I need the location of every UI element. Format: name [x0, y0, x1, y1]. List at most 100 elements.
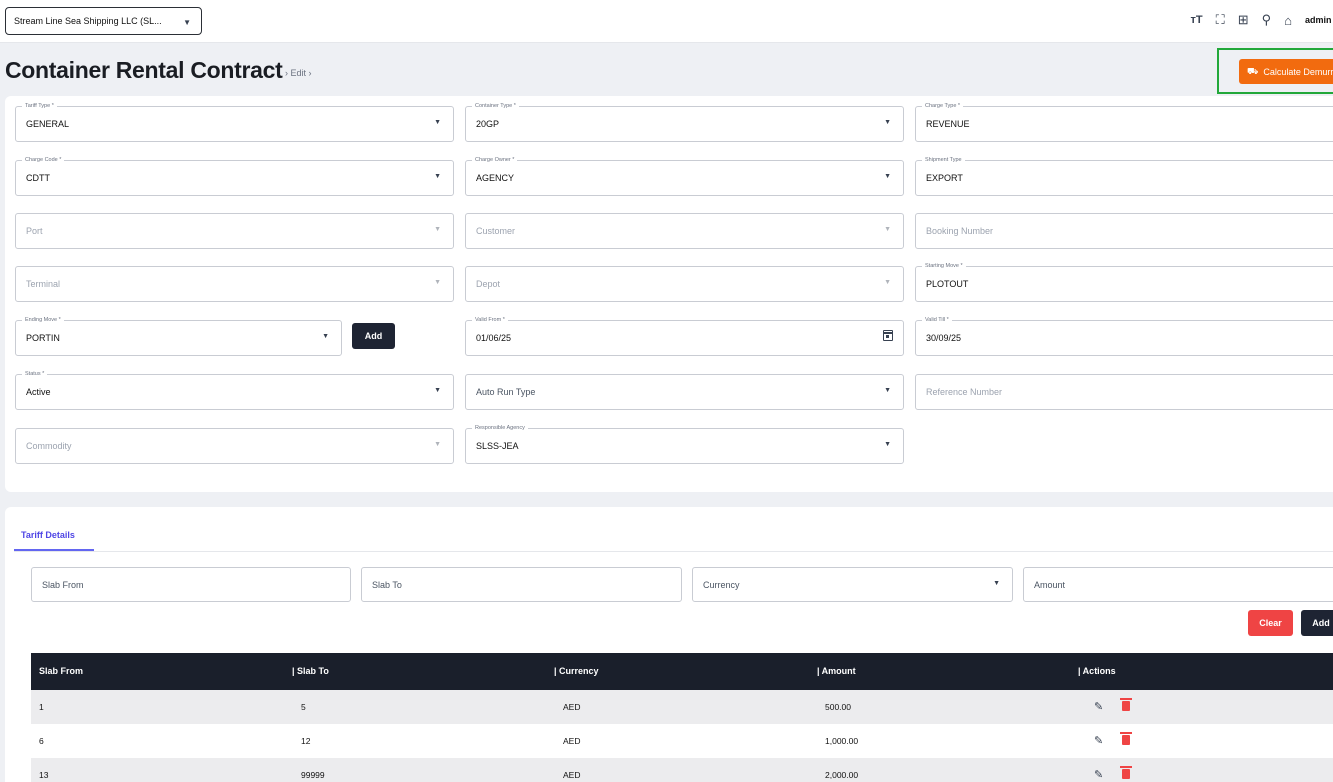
cell-currency: AED [563, 736, 581, 746]
depot-select[interactable]: Depot ▼ [465, 266, 904, 302]
field-placeholder: Currency [703, 580, 740, 590]
dropdown-arrow-icon: ▼ [434, 119, 441, 126]
field-value: 30/09/25 [926, 333, 962, 343]
field-placeholder: Customer [476, 226, 516, 236]
apps-grid-icon[interactable]: ⊞ [1238, 12, 1249, 28]
field-label: Tariff Type * [22, 102, 57, 110]
shipment-type-select[interactable]: Shipment Type EXPORT [915, 156, 1333, 196]
field-value: CDTT [26, 173, 50, 183]
toolbar-icons: тT ⛶ ⊞ ⚲ ⌂ admin [1190, 12, 1333, 28]
field-placeholder: Auto Run Type [476, 387, 536, 397]
page-title: Container Rental Contract [5, 57, 283, 83]
delete-icon[interactable] [1120, 766, 1132, 779]
field-value: PORTIN [26, 333, 60, 343]
field-label: Shipment Type [922, 156, 965, 164]
add-tariff-button[interactable]: Add [1301, 610, 1333, 636]
field-value: GENERAL [26, 119, 70, 129]
tab-divider [14, 551, 1333, 552]
port-select[interactable]: Port ▼ [15, 213, 454, 249]
starting-move-select[interactable]: Starting Move * PLOTOUT [915, 262, 1333, 302]
cell-slab-from: 1 [39, 702, 44, 712]
charge-owner-select[interactable]: Charge Owner * AGENCY ▼ [465, 156, 904, 196]
field-placeholder: Slab To [372, 580, 402, 590]
column-header-amount[interactable]: | Amount [817, 666, 856, 676]
amount-input[interactable]: Amount [1023, 567, 1333, 602]
delete-icon[interactable] [1120, 698, 1132, 711]
container-type-select[interactable]: Container Type * 20GP ▼ [465, 102, 904, 142]
edit-icon[interactable]: ✎ [1094, 734, 1103, 747]
field-label: Charge Code * [22, 156, 65, 164]
reference-number-input[interactable]: Reference Number [915, 374, 1333, 410]
field-placeholder: Terminal [26, 279, 61, 289]
cell-amount: 500.00 [825, 702, 851, 712]
field-label: Ending Move * [22, 316, 64, 324]
clear-button[interactable]: Clear [1248, 610, 1293, 636]
currency-select[interactable]: Currency ▼ [692, 567, 1013, 602]
column-header-slab-to[interactable]: | Slab To [292, 666, 329, 676]
ending-move-select[interactable]: Ending Move * PORTIN ▼ [15, 316, 342, 356]
calculate-demurrage-label: Calculate Demurrage [1263, 66, 1333, 77]
tariff-type-select[interactable]: Tariff Type * GENERAL ▼ [15, 102, 454, 142]
dropdown-arrow-icon: ▼ [884, 441, 891, 448]
dropdown-arrow-icon: ▼ [884, 119, 891, 126]
dropdown-arrow-icon: ▼ [434, 173, 441, 180]
column-header-slab-from[interactable]: Slab From [39, 666, 83, 676]
field-label: Status * [22, 370, 48, 378]
table-row: 13 99999 AED 2,000.00 ✎ [31, 758, 1333, 782]
auto-run-type-select[interactable]: Auto Run Type ▼ [465, 374, 904, 410]
field-placeholder: Slab From [42, 580, 84, 590]
field-value: SLSS-JEA [476, 441, 519, 451]
booking-number-input[interactable]: Booking Number [915, 213, 1333, 249]
breadcrumb[interactable]: › Edit › [285, 68, 312, 78]
charge-type-select[interactable]: Charge Type * REVENUE [915, 102, 1333, 142]
field-label: Responsible Agency [472, 424, 528, 432]
dropdown-arrow-icon: ▼ [884, 226, 891, 233]
field-value: AGENCY [476, 173, 515, 183]
company-selector[interactable]: Stream Line Sea Shipping LLC (SL... ▼ [5, 7, 202, 35]
table-row: 1 5 AED 500.00 ✎ [31, 690, 1333, 724]
user-menu[interactable]: admin [1305, 15, 1333, 25]
cell-slab-from: 13 [39, 770, 49, 780]
tab-tariff-details[interactable]: Tariff Details [21, 530, 75, 540]
slab-from-input[interactable]: Slab From [31, 567, 351, 602]
field-label: Valid Till * [922, 316, 952, 324]
column-header-currency[interactable]: | Currency [554, 666, 599, 676]
dropdown-arrow-icon: ▼ [884, 173, 891, 180]
commodity-select[interactable]: Commodity ▼ [15, 428, 454, 464]
field-placeholder: Reference Number [926, 387, 1003, 397]
field-value: 20GP [476, 119, 500, 129]
field-label: Charge Owner * [472, 156, 518, 164]
delete-icon[interactable] [1120, 732, 1132, 745]
field-label: Starting Move * [922, 262, 966, 270]
charge-code-select[interactable]: Charge Code * CDTT ▼ [15, 156, 454, 196]
dropdown-arrow-icon: ▼ [434, 279, 441, 286]
calculate-demurrage-button[interactable]: ⛟ Calculate Demurrage [1239, 59, 1333, 84]
slab-to-input[interactable]: Slab To [361, 567, 682, 602]
chevron-down-icon: ▼ [183, 18, 191, 27]
calendar-icon[interactable] [883, 330, 893, 341]
edit-icon[interactable]: ✎ [1094, 768, 1103, 781]
valid-till-date[interactable]: Valid Till * 30/09/25 [915, 316, 1333, 356]
dropdown-arrow-icon: ▼ [993, 580, 1000, 587]
field-placeholder: Booking Number [926, 226, 994, 236]
cell-slab-to: 5 [301, 702, 306, 712]
cell-currency: AED [563, 702, 581, 712]
cell-slab-from: 6 [39, 736, 44, 746]
text-size-icon[interactable]: тT [1190, 14, 1202, 26]
terminal-select[interactable]: Terminal ▼ [15, 266, 454, 302]
field-value: EXPORT [926, 173, 963, 183]
customer-select[interactable]: Customer ▼ [465, 213, 904, 249]
fullscreen-icon[interactable]: ⛶ [1216, 12, 1225, 28]
status-select[interactable]: Status * Active ▼ [15, 370, 454, 410]
dropdown-arrow-icon: ▼ [434, 441, 441, 448]
edit-icon[interactable]: ✎ [1094, 700, 1103, 713]
home-icon[interactable]: ⌂ [1284, 13, 1292, 28]
valid-from-date[interactable]: Valid From * 01/06/25 [465, 316, 904, 356]
field-label: Container Type * [472, 102, 519, 110]
field-label: Valid From * [472, 316, 508, 324]
column-header-actions: | Actions [1078, 666, 1116, 676]
responsible-agency-select[interactable]: Responsible Agency SLSS-JEA ▼ [465, 424, 904, 464]
search-icon[interactable]: ⚲ [1262, 12, 1272, 28]
add-ending-move-button[interactable]: Add [352, 323, 395, 349]
company-selector-label: Stream Line Sea Shipping LLC (SL... [14, 16, 162, 26]
